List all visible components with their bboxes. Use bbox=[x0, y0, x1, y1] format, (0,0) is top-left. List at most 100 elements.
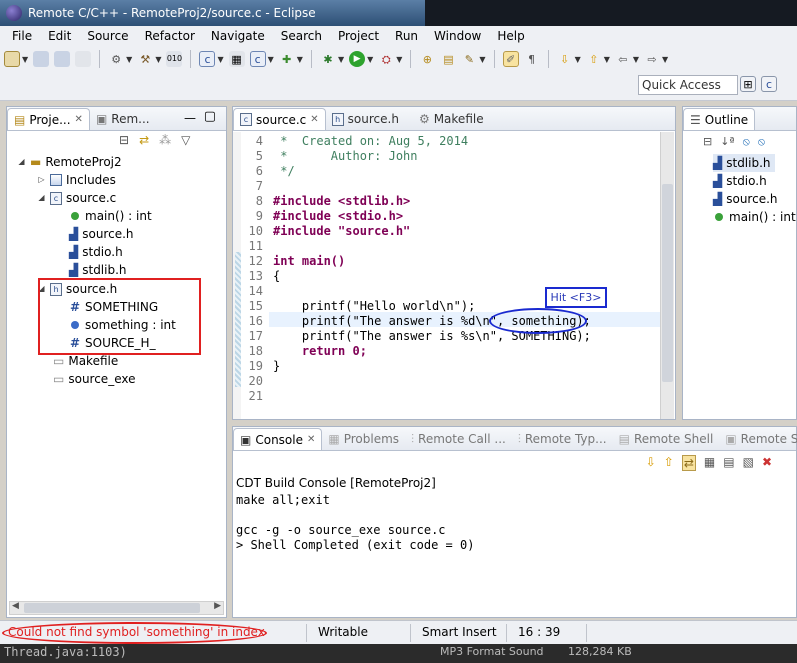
previous-annotation-icon[interactable]: ⇧ bbox=[586, 51, 602, 67]
save-icon[interactable] bbox=[33, 51, 50, 67]
hide-static-icon[interactable]: ⦸ bbox=[758, 135, 765, 149]
new-wizard-icon[interactable]: ✚ bbox=[279, 51, 295, 67]
collapsed-arrow-icon[interactable]: ▷ bbox=[37, 171, 46, 189]
build-hammer-icon[interactable]: ⚒ bbox=[137, 51, 153, 67]
outline-icon: ☰ bbox=[690, 112, 701, 127]
menu-navigate[interactable]: Navigate bbox=[203, 29, 273, 43]
outline-item-main[interactable]: main() : int bbox=[713, 208, 796, 226]
search-flashlight-icon[interactable]: ✎ bbox=[461, 51, 477, 67]
hide-fields-icon[interactable]: ⦸ bbox=[743, 135, 750, 149]
maximize-icon[interactable]: ▢ bbox=[204, 109, 216, 124]
open-folder-icon[interactable]: ▤ bbox=[440, 51, 456, 67]
outline-item-source-h[interactable]: ▟ source.h bbox=[713, 190, 778, 208]
red-highlight-ellipse bbox=[2, 622, 267, 644]
next-annotation-icon[interactable]: ⇩ bbox=[557, 51, 573, 67]
tree-item-include-source-h[interactable]: ▟ source.h bbox=[69, 225, 134, 243]
open-perspective-icon[interactable]: ⊞ bbox=[740, 76, 756, 92]
tab-console[interactable]: ▣ Console ✕ bbox=[233, 428, 323, 450]
tab-remote-shell[interactable]: ▤ Remote Shell bbox=[613, 428, 720, 450]
project-explorer-panel: ▤ Proje... ✕ ▣ Rem... — ▢ ⊟ ⇄ ⁂ ▽ ◢ ▬ Re… bbox=[6, 106, 227, 618]
new-class-icon[interactable]: c bbox=[249, 51, 266, 67]
display-console-icon[interactable]: ▤ bbox=[723, 455, 734, 471]
tree-item-include-stdio[interactable]: ▟ stdio.h bbox=[69, 243, 123, 261]
tab-remote-systems[interactable]: ▣ Rem... bbox=[90, 108, 156, 130]
scroll-left-icon[interactable]: ◀ bbox=[12, 601, 19, 611]
tab-makefile[interactable]: ⚙ Makefile bbox=[413, 108, 490, 130]
last-edit-icon[interactable]: ⇦ bbox=[615, 51, 631, 67]
minimize-icon[interactable]: — bbox=[184, 111, 196, 125]
menu-window[interactable]: Window bbox=[426, 29, 489, 43]
run-icon[interactable]: ▶ bbox=[349, 51, 366, 67]
tab-remote-call[interactable]: ⫶ Remote Call ... bbox=[405, 428, 512, 450]
menu-refactor[interactable]: Refactor bbox=[137, 29, 203, 43]
quick-access-input[interactable]: Quick Access bbox=[638, 75, 738, 95]
code-area[interactable]: 4 * Created on: Aug 5, 2014 5 * Author: … bbox=[233, 132, 661, 419]
close-icon[interactable]: ✕ bbox=[75, 114, 83, 125]
include-icon: ▟ bbox=[69, 245, 79, 259]
collapse-all-icon[interactable]: ⊟ bbox=[703, 135, 712, 149]
tree-item-source-exe[interactable]: ▭ source_exe bbox=[53, 370, 135, 388]
close-icon[interactable]: ✕ bbox=[307, 434, 315, 445]
menu-edit[interactable]: Edit bbox=[40, 29, 79, 43]
horizontal-scrollbar[interactable]: ◀ ▶ bbox=[9, 601, 224, 615]
external-tools-icon[interactable]: ⛭ bbox=[378, 51, 394, 67]
forward-icon[interactable]: ⇨ bbox=[644, 51, 660, 67]
type-hierarchy-icon: ⫶ bbox=[517, 431, 521, 446]
tab-source-h[interactable]: h source.h bbox=[326, 108, 405, 130]
print-icon[interactable] bbox=[75, 51, 92, 67]
close-icon[interactable]: ✕ bbox=[310, 114, 318, 125]
menu-run[interactable]: Run bbox=[387, 29, 426, 43]
red-highlight-box bbox=[38, 278, 201, 355]
gear-icon[interactable]: ⚙ bbox=[108, 51, 124, 67]
show-whitespace-icon[interactable]: ¶ bbox=[524, 51, 540, 67]
menu-project[interactable]: Project bbox=[330, 29, 387, 43]
save-all-icon[interactable] bbox=[54, 51, 71, 67]
tree-item-includes[interactable]: ▷ Includes bbox=[37, 171, 116, 189]
scroll-up-icon[interactable]: ⇧ bbox=[664, 455, 674, 471]
editor-panel: c source.c ✕ h source.h ⚙ Makefile 4 * C… bbox=[232, 106, 676, 420]
menu-file[interactable]: File bbox=[4, 29, 40, 43]
tab-remote-systems-view[interactable]: ▣ Remote Sy bbox=[719, 428, 797, 450]
terminate-icon[interactable]: ✖ bbox=[762, 455, 772, 471]
clear-console-icon[interactable]: ▧ bbox=[743, 455, 754, 471]
link-with-editor-icon[interactable]: ⇄ bbox=[139, 133, 149, 147]
tab-problems[interactable]: ▦ Problems bbox=[322, 428, 405, 450]
new-folder-icon[interactable]: ▦ bbox=[228, 51, 245, 67]
new-icon[interactable] bbox=[4, 51, 20, 67]
scrollbar-thumb[interactable] bbox=[24, 603, 200, 613]
expanded-arrow-icon[interactable]: ◢ bbox=[17, 153, 26, 171]
collapse-all-icon[interactable]: ⊟ bbox=[119, 133, 129, 147]
sort-icon[interactable]: ↓ª bbox=[720, 135, 734, 149]
tree-item-main[interactable]: main() : int bbox=[69, 207, 152, 225]
filters-icon[interactable]: ⁂ bbox=[159, 133, 171, 147]
pin-console-icon[interactable]: ▦ bbox=[704, 455, 715, 471]
debug-icon[interactable]: ✱ bbox=[320, 51, 336, 67]
expanded-arrow-icon[interactable]: ◢ bbox=[37, 189, 46, 207]
scrollbar-thumb[interactable] bbox=[662, 184, 673, 382]
tab-source-c[interactable]: c source.c ✕ bbox=[233, 108, 326, 130]
tab-project-explorer[interactable]: ▤ Proje... ✕ bbox=[7, 108, 90, 130]
editor-vertical-scrollbar[interactable] bbox=[660, 132, 674, 419]
open-type-icon[interactable]: ⊕ bbox=[419, 51, 435, 67]
menu-search[interactable]: Search bbox=[273, 29, 330, 43]
scroll-right-icon[interactable]: ▶ bbox=[214, 601, 221, 611]
mark-occurrences-icon[interactable]: ✐ bbox=[502, 51, 519, 67]
scroll-lock-icon[interactable]: ⇄ bbox=[681, 455, 696, 471]
tree-item-source-c[interactable]: ◢ c source.c bbox=[37, 189, 116, 207]
scroll-down-icon[interactable]: ⇩ bbox=[646, 455, 656, 471]
tree-item-include-stdlib[interactable]: ▟ stdlib.h bbox=[69, 261, 127, 279]
tab-outline[interactable]: ☰ Outline bbox=[683, 108, 756, 130]
binary-icon[interactable]: 010 bbox=[166, 51, 183, 67]
outline-item-stdio[interactable]: ▟ stdio.h bbox=[713, 172, 767, 190]
tab-remote-type[interactable]: ⫶ Remote Typ... bbox=[512, 428, 613, 450]
cpp-perspective-icon[interactable]: c bbox=[761, 76, 777, 92]
menu-source[interactable]: Source bbox=[79, 29, 136, 43]
new-c-project-icon[interactable]: c bbox=[199, 51, 216, 67]
tree-item-project[interactable]: ◢ ▬ RemoteProj2 bbox=[17, 153, 121, 171]
remote-systems-icon: ▣ bbox=[725, 432, 737, 446]
status-cursor-position: 16 : 39 bbox=[518, 625, 561, 639]
status-insert-mode: Smart Insert bbox=[422, 625, 497, 639]
menu-help[interactable]: Help bbox=[489, 29, 532, 43]
outline-item-stdlib[interactable]: ▟ stdlib.h bbox=[713, 154, 775, 172]
view-menu-icon[interactable]: ▽ bbox=[181, 133, 190, 147]
